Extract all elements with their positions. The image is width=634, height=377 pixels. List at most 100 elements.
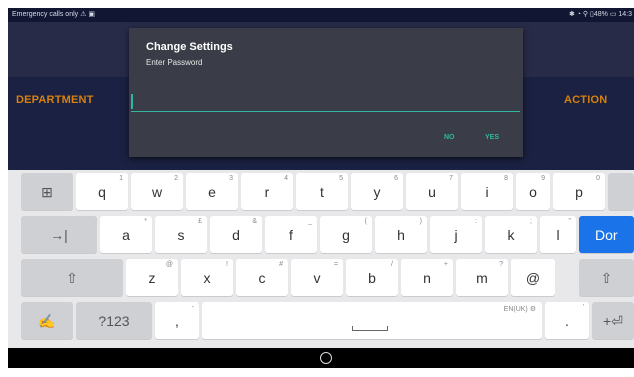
key-label: . (565, 312, 569, 329)
status-right-icons: ✱ ◔ ⚲ ▯48% ▭ 14:3 (568, 11, 632, 18)
key-k[interactable]: k; (485, 216, 537, 253)
key-o[interactable]: o9 (516, 173, 550, 210)
password-input[interactable] (131, 90, 520, 112)
key-label: s (177, 226, 185, 243)
tab-arrow-icon: →| (50, 226, 68, 243)
tab-key[interactable]: →| (21, 216, 97, 253)
key-d[interactable]: d & (210, 216, 262, 253)
key-hint: ' (582, 304, 584, 311)
key-q[interactable]: q1 (76, 173, 128, 210)
key-r[interactable]: r4 (241, 173, 293, 210)
key-hint: ( (364, 218, 367, 225)
key-hint: ? (499, 261, 503, 268)
key-label: c (258, 269, 266, 286)
key-hint: " (568, 218, 572, 225)
key-label: h (397, 226, 405, 243)
key-z[interactable]: z @ (126, 259, 178, 296)
key-label: k (507, 226, 515, 243)
key-label: a (122, 226, 130, 243)
enter-key[interactable]: +⏎ (592, 302, 634, 339)
language-label: EN(UK) ⚙ (503, 306, 536, 313)
key-s[interactable]: s £ (155, 216, 207, 253)
key-label: v (313, 269, 321, 286)
key-hint: 9 (541, 175, 545, 182)
key-hint: : (475, 218, 477, 225)
symbols-key[interactable]: ?123 (76, 302, 152, 339)
key-hint: * (144, 218, 147, 225)
key-c[interactable]: c # (236, 259, 288, 296)
soft-keyboard: ⊞ q1 w2 e3 r4 t5 y6 u7 i8 o9 p0 →| a * s £… (8, 170, 634, 348)
key-hint: - (191, 304, 194, 311)
key-w[interactable]: w2 (131, 173, 183, 210)
text-cursor (131, 94, 133, 109)
key-label: n (423, 269, 431, 286)
key-hint: 0 (596, 175, 600, 182)
key-j[interactable]: j: (430, 216, 482, 253)
key-hint: 3 (229, 175, 233, 182)
key-hint: ! (226, 261, 228, 268)
dialog-title: Change Settings (146, 41, 233, 53)
key-v[interactable]: v = (291, 259, 343, 296)
home-button-icon[interactable] (320, 352, 332, 364)
space-bar[interactable]: EN(UK) ⚙ (202, 302, 542, 339)
key-label: b (368, 269, 376, 286)
comma-key[interactable]: ,- (155, 302, 199, 339)
shift-arrow-icon: ⇧ (66, 269, 78, 286)
handwriting-icon: ✍ (38, 312, 56, 329)
status-bar: Emergency calls only ⚠ ▣ ✱ ◔ ⚲ ▯48% ▭ 14… (8, 8, 634, 22)
key-label: x (203, 269, 211, 286)
key-x[interactable]: x! (181, 259, 233, 296)
key-e[interactable]: e3 (186, 173, 238, 210)
key-label: t (320, 183, 324, 200)
key-n[interactable]: n + (401, 259, 453, 296)
grid-icon: ⊞ (41, 183, 53, 200)
key-m[interactable]: m? (456, 259, 508, 296)
key-i[interactable]: i8 (461, 173, 513, 210)
key-label: l (556, 226, 560, 243)
key-u[interactable]: u7 (406, 173, 458, 210)
handwriting-key[interactable]: ✍ (21, 302, 73, 339)
key-hint: _ (308, 218, 312, 225)
key-hint: 6 (394, 175, 398, 182)
key-hint: + (443, 261, 448, 268)
key-t[interactable]: t5 (296, 173, 348, 210)
key-hint: 4 (284, 175, 288, 182)
space-icon (352, 326, 388, 331)
shift-key-right[interactable]: ⇧ (579, 259, 634, 296)
no-button[interactable]: NO (444, 134, 455, 141)
status-left: Emergency calls only ⚠ ▣ (12, 8, 95, 22)
key-p[interactable]: p0 (553, 173, 605, 210)
key-label: o (529, 183, 537, 200)
key-label: , (175, 312, 179, 329)
key-hint: @ (165, 261, 173, 268)
backspace-key[interactable] (608, 173, 634, 210)
key-hint: 7 (449, 175, 453, 182)
key-h[interactable]: h) (375, 216, 427, 253)
key-a[interactable]: a * (100, 216, 152, 253)
key-hint: = (333, 261, 338, 268)
key-label: w (151, 183, 163, 200)
done-key[interactable]: Dor (579, 216, 634, 253)
key-label: u (428, 183, 436, 200)
emoji-key[interactable]: ⊞ (21, 173, 73, 210)
key-label: j (454, 226, 458, 243)
key-label: q (98, 183, 106, 200)
key-hint: £ (198, 218, 202, 225)
key-l[interactable]: l " (540, 216, 576, 253)
shift-key-left[interactable]: ⇧ (21, 259, 123, 296)
period-key[interactable]: . ' (545, 302, 589, 339)
key-hint: & (252, 218, 257, 225)
dialog-message: Enter Password (146, 58, 203, 67)
key-b[interactable]: b / (346, 259, 398, 296)
key-hint: ) (419, 218, 422, 225)
key-g[interactable]: g( (320, 216, 372, 253)
key-hint: / (391, 261, 393, 268)
enter-icon: +⏎ (603, 312, 623, 329)
key-at[interactable]: @ (511, 259, 555, 296)
key-y[interactable]: y6 (351, 173, 403, 210)
yes-button[interactable]: YES (485, 134, 499, 141)
key-label: r (264, 183, 270, 200)
key-f[interactable]: f _ (265, 216, 317, 253)
key-label: i (485, 183, 489, 200)
key-label: g (342, 226, 350, 243)
